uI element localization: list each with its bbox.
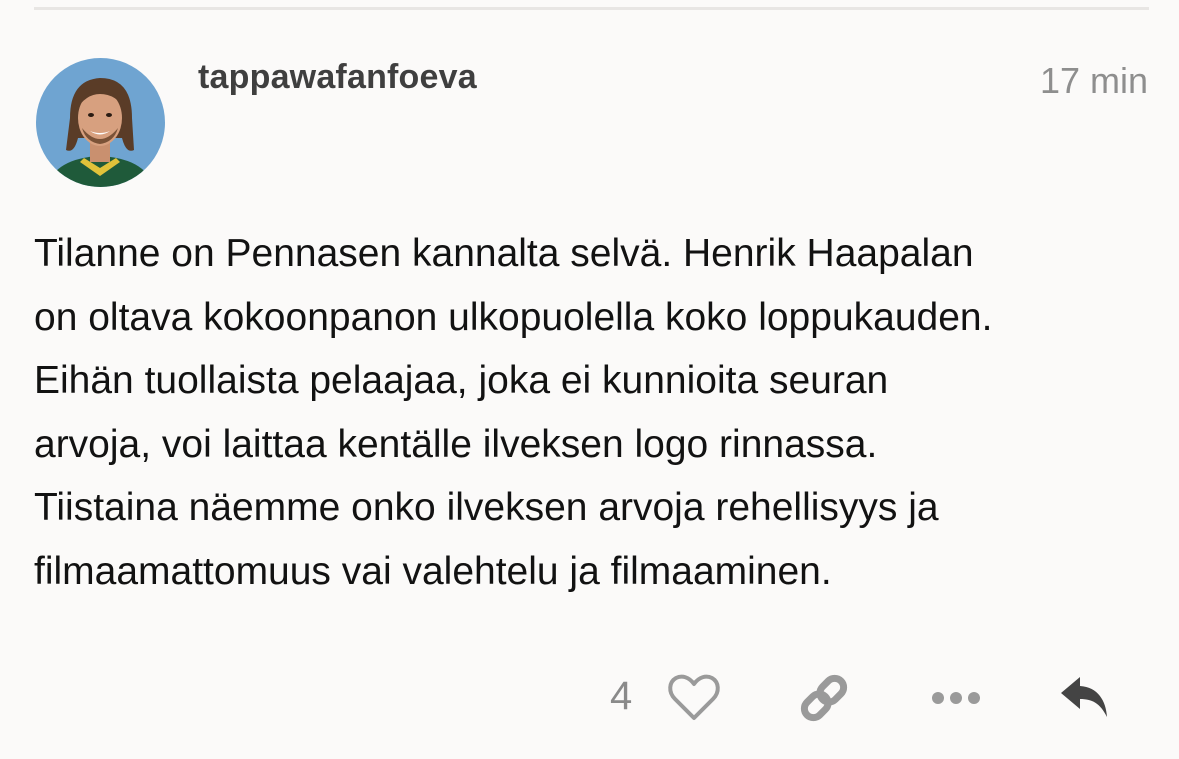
reply-button[interactable] [1054, 668, 1116, 728]
avatar[interactable] [36, 58, 165, 187]
avatar-image [36, 58, 165, 187]
heart-icon [668, 674, 720, 720]
more-options-button[interactable] [926, 668, 986, 728]
reply-icon [1061, 677, 1107, 717]
more-icon [932, 692, 980, 704]
post-timestamp[interactable]: 17 min [1040, 60, 1148, 102]
share-link-button[interactable] [794, 668, 854, 728]
post-divider [34, 7, 1149, 10]
post-actions: 4 [0, 660, 1179, 736]
post-body: Tilanne on Pennasen kannalta selvä. Henr… [34, 232, 993, 593]
post-username[interactable]: tappawafanfoeva [198, 58, 477, 97]
like-button[interactable] [664, 668, 724, 728]
link-icon [800, 674, 848, 722]
like-count[interactable]: 4 [610, 674, 632, 719]
